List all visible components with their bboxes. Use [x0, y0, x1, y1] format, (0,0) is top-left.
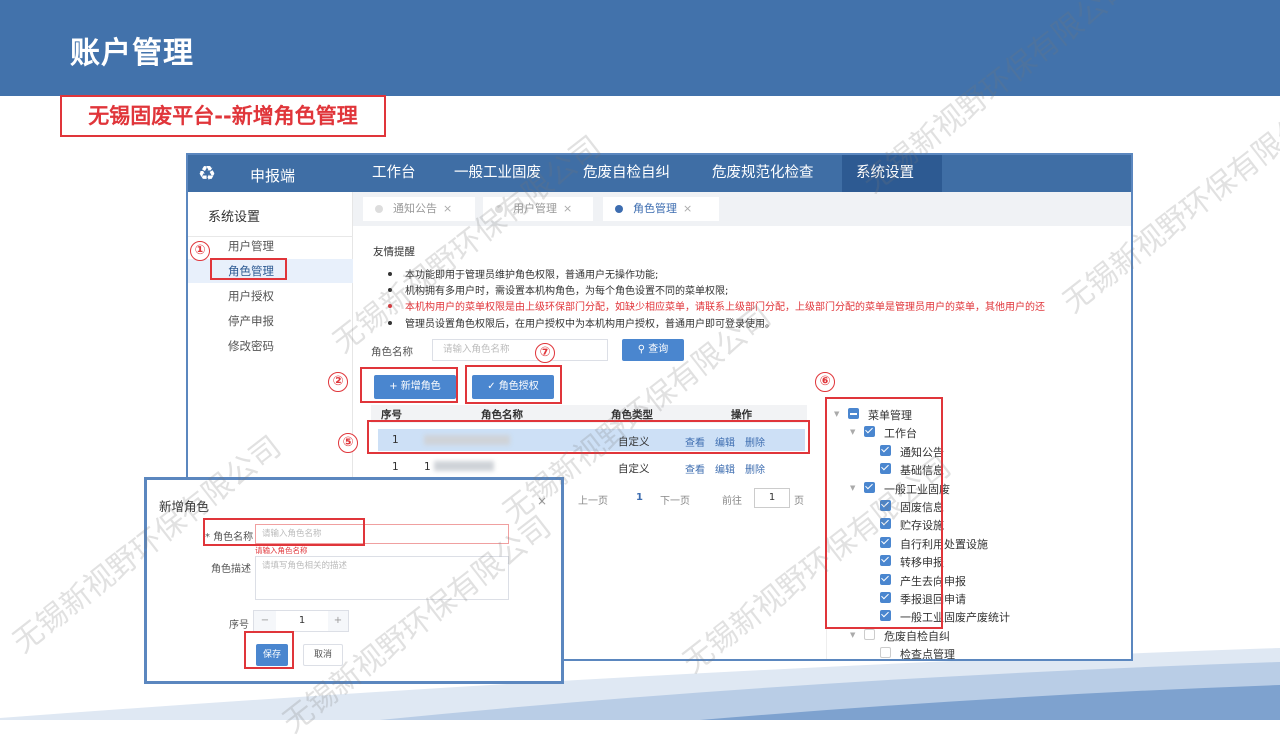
tree-node[interactable]: 检查点管理 — [880, 646, 1120, 661]
page-input[interactable]: 1 — [754, 488, 790, 508]
goto-suffix: 页 — [794, 496, 804, 507]
highlight-role-authorize — [465, 365, 562, 404]
sidebar-item-change-password[interactable]: 修改密码 — [188, 334, 353, 358]
tab-dot-icon — [495, 205, 503, 213]
sidebar-item-user-authorization[interactable]: 用户授权 — [188, 284, 353, 308]
highlight-menu-tree — [825, 397, 943, 629]
app-name: 申报端 — [250, 167, 296, 185]
sidebar-item-user-management[interactable]: 用户管理 — [188, 234, 353, 258]
step-7-marker: ⑦ — [535, 343, 555, 363]
tree-node-label: 危废自检自纠 — [884, 629, 950, 643]
close-icon[interactable]: × — [683, 202, 692, 215]
highlight-save — [244, 631, 294, 669]
checkbox[interactable] — [864, 628, 875, 640]
slide-subtitle: 无锡固废平台--新增角色管理 — [60, 95, 386, 137]
close-icon[interactable]: × — [443, 202, 452, 215]
tip-bullet — [388, 321, 392, 325]
tab-label: 角色管理 — [633, 202, 677, 215]
sidebar-item-stop-production[interactable]: 停产申报 — [188, 309, 353, 333]
tip-4: 管理员设置角色权限后，在用户授权中为本机构用户授权，普通用户即可登录使用。 — [405, 319, 775, 330]
close-icon[interactable]: × — [563, 202, 572, 215]
highlight-role-management — [210, 258, 287, 280]
cancel-button[interactable]: 取消 — [303, 644, 343, 666]
blurred-role-name — [434, 461, 494, 471]
next-page[interactable]: 下一页 — [660, 492, 690, 507]
step-6-marker: ⑥ — [815, 372, 835, 392]
nav-standard-check[interactable]: 危废规范化检查 — [698, 155, 828, 192]
order-stepper[interactable]: − 1 + — [253, 610, 349, 632]
role-desc-label: 角色描述 — [211, 564, 251, 575]
edit-link[interactable]: 编辑 — [715, 461, 735, 476]
tree-node-label: 检查点管理 — [900, 648, 955, 661]
tree-node[interactable]: ▼ 危废自检自纠 — [850, 628, 1104, 643]
sidebar-title: 系统设置 — [208, 210, 261, 225]
chevron-down-icon[interactable]: ▼ — [850, 631, 855, 639]
tip-bullet — [388, 288, 392, 292]
step-5-marker: ⑤ — [338, 433, 358, 453]
search-input[interactable]: 请输入角色名称 — [432, 339, 608, 361]
view-link[interactable]: 查看 — [685, 461, 705, 476]
search-icon: ⚲ — [637, 344, 649, 355]
nav-workbench[interactable]: 工作台 — [358, 155, 430, 192]
slide-header: 账户管理 — [0, 0, 1280, 96]
tab-label: 通知公告 — [393, 202, 437, 215]
role-name-error: 请输入角色名称 — [255, 546, 308, 555]
tip-bullet — [388, 304, 392, 308]
tips-title: 友情提醒 — [373, 246, 415, 258]
recycle-icon: ♻ — [198, 161, 216, 185]
order-label: 序号 — [229, 620, 249, 631]
tip-1: 本功能即用于管理员维护角色权限，普通用户无操作功能; — [405, 270, 659, 281]
tip-3: 本机构用户的菜单权限是由上级环保部门分配，如缺少相应菜单，请联系上级部门分配，上… — [405, 302, 1045, 313]
tip-2: 机构拥有多用户时，需设置本机构角色，为每个角色设置不同的菜单权限; — [405, 286, 729, 297]
nav-system-settings[interactable]: 系统设置 — [842, 155, 942, 192]
search-label: 角色名称 — [371, 346, 413, 358]
slide-title: 账户管理 — [70, 36, 194, 71]
tab-dot-icon — [615, 205, 623, 213]
step-2-marker: ② — [328, 372, 348, 392]
query-button[interactable]: ⚲ 查询 — [622, 339, 684, 361]
current-page[interactable]: 1 — [636, 492, 643, 503]
row-role-name: 1 — [424, 461, 431, 473]
role-desc-textarea[interactable]: 请填写角色相关的描述 — [255, 556, 509, 600]
minus-icon[interactable]: − — [254, 611, 276, 631]
checkbox[interactable] — [880, 647, 891, 659]
order-value[interactable]: 1 — [276, 611, 328, 631]
query-button-label: 查询 — [648, 344, 669, 355]
prev-page[interactable]: 上一页 — [578, 492, 608, 507]
step-1-marker: ① — [190, 241, 210, 261]
row-index: 1 — [392, 461, 399, 473]
tabs-bar: 通知公告 × 用户管理 × 角色管理 × — [353, 192, 1131, 226]
close-icon[interactable]: × — [537, 494, 547, 508]
goto-prefix: 前往 — [722, 496, 742, 507]
tab-dot-icon — [375, 205, 383, 213]
plus-icon[interactable]: + — [328, 611, 348, 631]
highlight-add-role — [360, 367, 458, 403]
tab-notice[interactable]: 通知公告 × — [363, 197, 475, 221]
delete-link[interactable]: 删除 — [745, 461, 765, 476]
tab-role-management[interactable]: 角色管理 × — [603, 197, 719, 221]
nav-self-check[interactable]: 危废自检自纠 — [569, 155, 684, 192]
nav-general-waste[interactable]: 一般工业固废 — [440, 155, 555, 192]
highlight-role-name — [203, 518, 365, 546]
add-role-dialog: 新增角色 × * 角色名称 请输入角色名称 请输入角色名称 角色描述 请填写角色… — [144, 477, 564, 684]
tip-bullet — [388, 272, 392, 276]
top-navbar: ♻ 申报端 工作台 一般工业固废 危废自检自纠 危废规范化检查 系统设置 — [188, 155, 1131, 192]
tab-label: 用户管理 — [513, 202, 557, 215]
dialog-title: 新增角色 — [159, 499, 210, 514]
row-type: 自定义 — [618, 463, 650, 475]
highlight-table-row — [367, 420, 810, 454]
tab-user-management[interactable]: 用户管理 × — [483, 197, 593, 221]
